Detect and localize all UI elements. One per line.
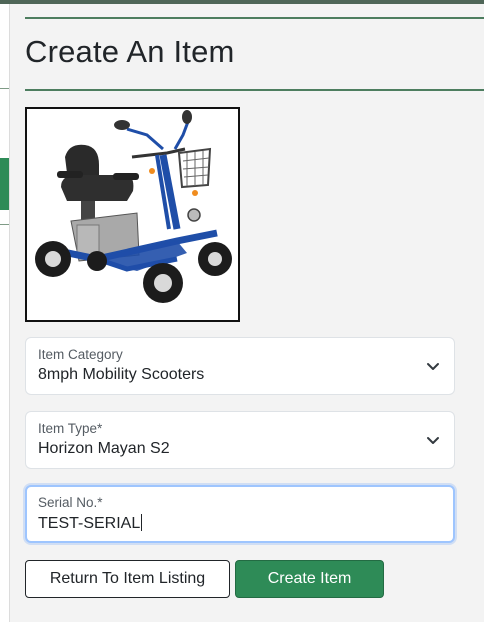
serial-number-text: TEST-SERIAL [38,515,141,532]
left-sidebar [0,4,9,622]
sidebar-divider [0,88,9,89]
scooter-image [27,109,238,320]
serial-number-label: Serial No.* [38,495,103,510]
create-item-button[interactable]: Create Item [235,560,384,598]
sidebar-active-indicator[interactable] [0,158,9,210]
page-title: Create An Item [25,34,235,69]
return-to-item-listing-button[interactable]: Return To Item Listing [25,560,230,598]
serial-number-input[interactable]: Serial No.* TEST-SERIAL [25,485,455,543]
product-image [25,107,240,322]
item-category-value: 8mph Mobility Scooters [38,366,205,383]
item-type-label: Item Type* [38,421,103,436]
item-type-select[interactable]: Item Type* Horizon Mayan S2 [25,411,455,469]
chevron-down-icon [427,437,439,444]
item-category-select[interactable]: Item Category 8mph Mobility Scooters [25,337,455,395]
item-type-value: Horizon Mayan S2 [38,440,170,457]
serial-number-value: TEST-SERIAL [38,514,143,533]
sidebar-divider [0,224,9,225]
item-category-label: Item Category [38,347,123,362]
chevron-down-icon [427,363,439,370]
top-divider [25,17,484,19]
text-caret [141,514,143,531]
panel-border [9,4,10,622]
main-panel: Create An Item Item Category 8mph Mobili… [9,4,484,622]
title-divider [25,89,484,91]
